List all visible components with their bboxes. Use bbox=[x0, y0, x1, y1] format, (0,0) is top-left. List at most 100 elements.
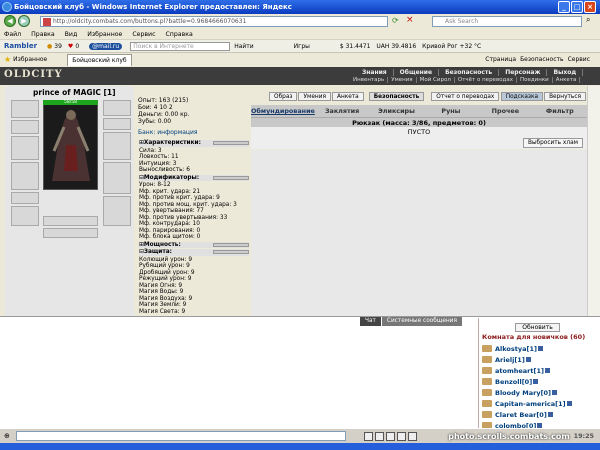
stop-icon[interactable]: × bbox=[406, 15, 414, 25]
search-input[interactable]: Ask Search bbox=[432, 16, 582, 27]
menu-edit[interactable]: Правка bbox=[31, 31, 55, 38]
search-icon[interactable]: ⌕ bbox=[586, 15, 590, 25]
info-icon bbox=[537, 346, 543, 351]
btn-transfers[interactable]: Отчет о переводах bbox=[431, 92, 500, 101]
refresh-button[interactable]: Обновить bbox=[515, 323, 560, 332]
room-panel: Обновить Комната для новичков (60) Alkos… bbox=[478, 318, 596, 430]
menu-view[interactable]: Вид bbox=[65, 31, 78, 38]
slot-gloves[interactable] bbox=[11, 206, 39, 226]
tab-spells[interactable]: Заклятия bbox=[315, 107, 369, 115]
btn-image[interactable]: Образ bbox=[269, 92, 298, 101]
nav-communication[interactable]: Общение bbox=[394, 69, 440, 76]
character-portrait bbox=[43, 100, 98, 190]
filter-icon[interactable] bbox=[385, 431, 395, 441]
user-row[interactable]: Bloody Mary[0] bbox=[479, 387, 596, 398]
usd-rate[interactable]: $ 31.4471 bbox=[340, 43, 371, 50]
uah-rate[interactable]: UAH 39.4816 bbox=[376, 43, 416, 50]
btn-skills[interactable]: Умения bbox=[298, 92, 331, 101]
slot-scrolls[interactable] bbox=[43, 228, 98, 238]
nav-character[interactable]: Персонаж bbox=[499, 69, 548, 76]
tab-runes[interactable]: Руны bbox=[424, 107, 478, 115]
user-row[interactable]: Benzoll[0] bbox=[479, 376, 596, 387]
slot-boots[interactable] bbox=[103, 196, 131, 226]
subnav-duels[interactable]: Поединки bbox=[517, 77, 553, 83]
tab-chat[interactable]: Чат bbox=[360, 317, 381, 326]
game-scrollbar[interactable] bbox=[587, 86, 600, 316]
stat-money: Деньги: 0.00 кр. bbox=[138, 111, 190, 118]
nav-exit[interactable]: Выход bbox=[547, 69, 584, 76]
character-name[interactable]: prince of MAGIC [1] bbox=[33, 88, 116, 97]
slot-amulet[interactable] bbox=[11, 120, 39, 134]
slot-weapon[interactable] bbox=[11, 136, 39, 160]
smile-icon[interactable]: ⊕ bbox=[4, 432, 10, 440]
btn-security[interactable]: Безопасность bbox=[368, 92, 425, 101]
back-button[interactable]: ◀ bbox=[4, 15, 16, 27]
find-button[interactable]: Найти bbox=[234, 43, 253, 50]
emotes-icon[interactable] bbox=[407, 431, 417, 441]
subnav-transfers[interactable]: Отчёт о переводах bbox=[455, 77, 517, 83]
tools-menu[interactable]: Сервис bbox=[568, 56, 590, 63]
close-button[interactable]: × bbox=[584, 1, 596, 13]
subnav-my-sirol[interactable]: Мой Сирол bbox=[417, 77, 455, 83]
tab-equipment[interactable]: Обмундирование bbox=[251, 107, 315, 115]
user-row[interactable]: Arielj[1] bbox=[479, 354, 596, 365]
bank-link[interactable]: Банк: информация bbox=[138, 129, 250, 136]
tab-elixirs[interactable]: Эликсиры bbox=[369, 107, 423, 115]
tab-combats[interactable]: Бойцовский клуб bbox=[67, 53, 132, 66]
user-row[interactable]: Claret Bear[0] bbox=[479, 409, 596, 420]
section-power[interactable]: ⊞ Мощность: bbox=[139, 241, 249, 248]
throw-junk-button[interactable]: Выбросить хлам bbox=[522, 138, 583, 148]
rambler-logo[interactable]: Rambler bbox=[4, 42, 37, 50]
address-input[interactable]: http://oldcity.combats.com/buttons.pl?ba… bbox=[40, 16, 388, 27]
hearts-count[interactable]: 0 bbox=[75, 43, 79, 50]
section-modifiers[interactable]: ⊟ Модификаторы: bbox=[139, 174, 249, 181]
menu-favorites[interactable]: Избранное bbox=[87, 31, 122, 38]
toolbar-search-input[interactable]: Поиск в Интернете bbox=[130, 41, 231, 51]
forward-button[interactable]: ▶ bbox=[18, 15, 30, 27]
section-characteristics[interactable]: ⊞ Характеристики: bbox=[139, 140, 249, 147]
section-defense[interactable]: ⊟ Защита: bbox=[139, 249, 249, 256]
slot-pants[interactable] bbox=[103, 162, 131, 194]
menu-file[interactable]: Файл bbox=[4, 31, 21, 38]
nav-knowledge[interactable]: Знания bbox=[356, 69, 394, 76]
menu-tools[interactable]: Сервис bbox=[132, 31, 155, 38]
coins-count[interactable]: 39 bbox=[54, 43, 62, 50]
games-button[interactable]: Игры bbox=[294, 43, 310, 50]
rank-icon bbox=[482, 345, 492, 352]
slot-helmet[interactable] bbox=[11, 100, 39, 118]
slot-shield[interactable] bbox=[103, 132, 131, 160]
minimize-button[interactable]: _ bbox=[558, 1, 570, 13]
user-row[interactable]: Capitan-america[1] bbox=[479, 398, 596, 409]
slot-belt[interactable] bbox=[11, 192, 39, 204]
user-row[interactable]: atomheart[1] bbox=[479, 365, 596, 376]
nav-security[interactable]: Безопасность bbox=[439, 69, 500, 76]
weather[interactable]: Кривой Рог +32 °C bbox=[422, 43, 481, 50]
refresh-icon[interactable]: ⟳ bbox=[392, 16, 399, 25]
tab-other[interactable]: Прочее bbox=[478, 107, 532, 115]
slot-belt-items[interactable] bbox=[43, 216, 98, 226]
clear-icon[interactable] bbox=[374, 431, 384, 441]
page-menu[interactable]: Страница bbox=[485, 56, 516, 63]
btn-hint[interactable]: Подсказка bbox=[500, 92, 544, 101]
chat-input[interactable] bbox=[15, 431, 346, 441]
security-menu[interactable]: Безопасность bbox=[520, 56, 564, 63]
slot-rings[interactable] bbox=[103, 118, 131, 130]
subnav-inventory[interactable]: Инвентарь bbox=[350, 77, 389, 83]
star-icon[interactable]: ★ bbox=[4, 55, 11, 64]
tab-system-messages[interactable]: Системные сообщения bbox=[381, 317, 462, 326]
slot-earrings[interactable] bbox=[103, 100, 131, 116]
send-icon[interactable] bbox=[363, 431, 373, 441]
translit-icon[interactable] bbox=[396, 431, 406, 441]
menu-help[interactable]: Справка bbox=[165, 31, 192, 38]
subnav-profile[interactable]: Анкета bbox=[553, 77, 581, 83]
maximize-button[interactable]: □ bbox=[571, 1, 583, 13]
mailru-button[interactable]: @mail.ru bbox=[89, 42, 123, 50]
slot-armor[interactable] bbox=[11, 162, 39, 190]
favorites-button[interactable]: Избранное bbox=[13, 56, 47, 63]
oldcity-logo: OLDCITY bbox=[4, 69, 63, 80]
btn-profile[interactable]: Анкета bbox=[331, 92, 364, 101]
btn-return[interactable]: Вернуться bbox=[544, 92, 586, 101]
user-row[interactable]: Alkostya[1] bbox=[479, 343, 596, 354]
tab-filter[interactable]: Фильтр bbox=[533, 107, 587, 115]
subnav-skills[interactable]: Умения bbox=[388, 77, 417, 83]
